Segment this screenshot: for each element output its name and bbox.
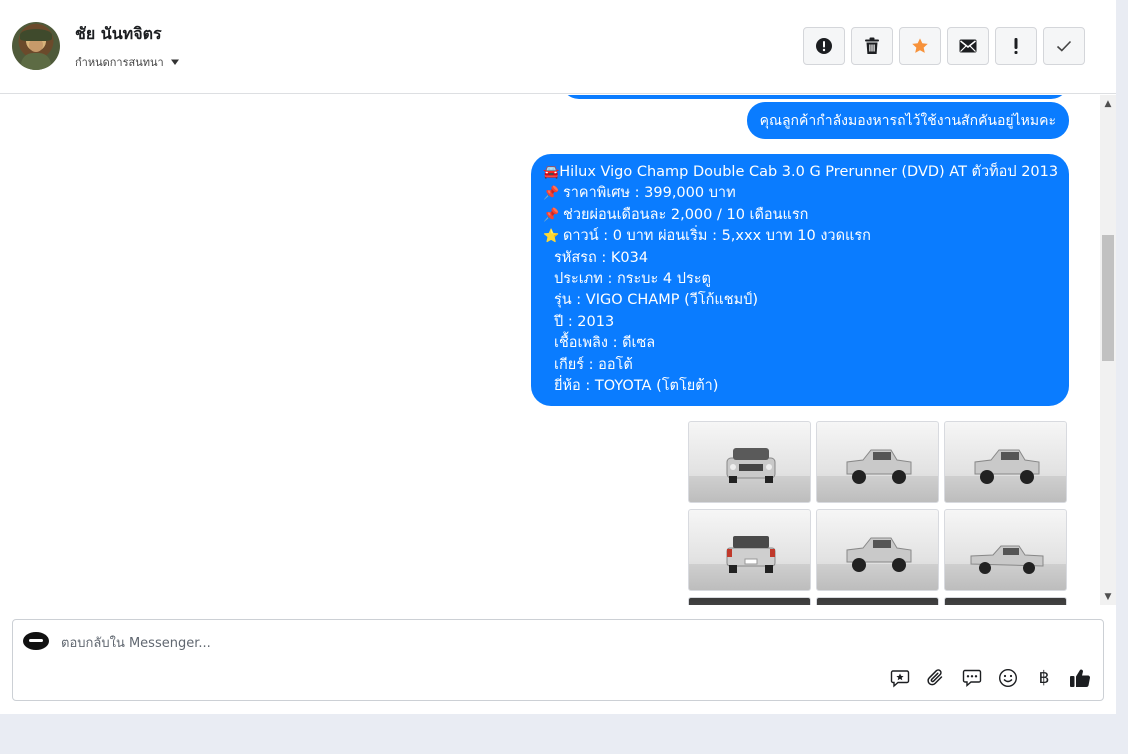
inbox-conversation-panel: ชัย นันทจิตร กำหนดการสนทนา คุณลูกค้ากำลั… [0,0,1116,714]
caret-down-icon [170,59,179,65]
contact-name[interactable]: ชัย นันทจิตร [75,22,162,47]
baht-payment-icon: ฿ [1038,668,1050,688]
mark-done-button[interactable] [1043,27,1085,65]
detail-text: เชื้อเพลิง : ดีเซล [554,335,656,352]
car-details-message-bubble: 🚘 Hilux Vigo Champ Double Cab 3.0 G Preru… [531,154,1069,406]
spam-button[interactable] [803,27,845,65]
check-icon [1056,40,1072,52]
composer-toolbar: ฿ [889,667,1091,689]
detail-line: เกียร์ : ออโต้ [543,355,1057,376]
reply-composer: ฿ [12,619,1104,701]
scroll-down-arrow-icon[interactable]: ▼ [1103,592,1113,602]
detail-text: ประเภท : กระบะ 4 ประตู [554,270,711,287]
detail-line: 🚘 Hilux Vigo Champ Double Cab 3.0 G Preru… [543,162,1059,183]
detail-text: Hilux Vigo Champ Double Cab 3.0 G Prerun… [559,164,1059,180]
line-emoji: 🚘 [543,165,560,180]
detail-text: ยี่ห้อ : TOYOTA (โตโยต้า) [554,377,719,394]
car-photo-thumbnail[interactable] [944,509,1067,591]
detail-line: รุ่น : VIGO CHAMP (วีโก้แชมป์) [543,290,1057,311]
detail-line: เชื้อเพลิง : ดีเซล [543,333,1057,354]
car-photo-thumbnail[interactable] [944,597,1067,605]
attachment-icon [927,669,943,686]
detail-text: เกียร์ : ออโต้ [554,356,633,373]
detail-line: 📌 ราคาพิเศษ : 399,000 บาท [543,183,1057,204]
emoji-icon [998,668,1018,688]
assign-conversation-label: กำหนดการสนทนา [75,56,164,69]
message-template-icon [962,669,982,688]
thread-scrollbar[interactable]: ▲ ▼ [1100,95,1116,605]
detail-line: ⭐ ดาวน์ : 0 บาท ผ่อนเริ่ม : 5,xxx บาท 10 … [543,226,1057,247]
message-bubble: คุณลูกค้ากำลังมองหารถไว้ใช้งานสักคันอยู่… [746,102,1069,139]
detail-text: ปี : 2013 [554,313,615,330]
mark-unread-button[interactable] [947,27,989,65]
detail-line: ยี่ห้อ : TOYOTA (โตโยต้า) [543,376,1057,397]
message-text: คุณลูกค้ากำลังมองหารถไว้ใช้งานสักคันอยู่… [759,112,1056,129]
reply-input[interactable] [61,632,861,654]
car-photo-thumbnail[interactable] [688,509,811,591]
message-thread: คุณลูกค้ากำลังมองหารถไว้ใช้งานสักคันอยู่… [0,95,1100,605]
previous-message-bubble [561,95,1069,99]
scrollbar-thumb[interactable] [1102,235,1114,361]
detail-text: ราคาพิเศษ : 399,000 บาท [563,185,736,202]
contact-avatar[interactable] [12,22,60,70]
car-photo-thumbnail[interactable] [816,597,939,605]
car-photo-thumbnail[interactable] [816,421,939,503]
payment-button[interactable]: ฿ [1033,667,1055,689]
envelope-icon [959,39,977,53]
scroll-up-arrow-icon[interactable]: ▲ [1103,99,1113,109]
trash-icon [865,37,879,54]
assign-conversation-dropdown[interactable]: กำหนดการสนทนา [75,53,180,71]
car-photo-thumbnail[interactable] [688,421,811,503]
detail-line: 📌 ช่วยผ่อนเดือนละ 2,000 / 10 เดือนแรก [543,205,1057,226]
conversation-actions [803,27,1085,65]
car-photo-thumbnail[interactable] [816,509,939,591]
car-photo-thumbnail[interactable] [944,421,1067,503]
detail-text: รหัสรถ : K034 [554,249,649,266]
star-button[interactable] [899,27,941,65]
attach-file-button[interactable] [925,667,947,689]
detail-line: รหัสรถ : K034 [543,248,1057,269]
saved-reply-button[interactable] [889,667,911,689]
detail-line: ประเภท : กระบะ 4 ประตู [543,269,1057,290]
delete-button[interactable] [851,27,893,65]
line-emoji: 📌 [543,186,560,202]
exclamation-icon [1014,38,1018,54]
page-logo [23,632,49,650]
saved-reply-icon [890,670,910,688]
detail-line: ปี : 2013 [543,312,1057,333]
emoji-button[interactable] [997,667,1019,689]
detail-text: ช่วยผ่อนเดือนละ 2,000 / 10 เดือนแรก [563,206,809,223]
conversation-header: ชัย นันทจิตร กำหนดการสนทนา [0,0,1116,94]
star-icon [912,38,928,53]
line-emoji: 📌 [543,207,560,223]
follow-up-button[interactable] [995,27,1037,65]
detail-text: รุ่น : VIGO CHAMP (วีโก้แชมป์) [554,292,759,309]
line-emoji: ⭐ [543,229,560,245]
detail-text: ดาวน์ : 0 บาท ผ่อนเริ่ม : 5,xxx บาท 10 ง… [563,228,871,245]
message-template-button[interactable] [961,667,983,689]
like-button[interactable] [1069,667,1091,689]
thumbs-up-icon [1070,669,1091,687]
alert-circle-icon [816,38,832,54]
car-photo-thumbnail[interactable] [688,597,811,605]
